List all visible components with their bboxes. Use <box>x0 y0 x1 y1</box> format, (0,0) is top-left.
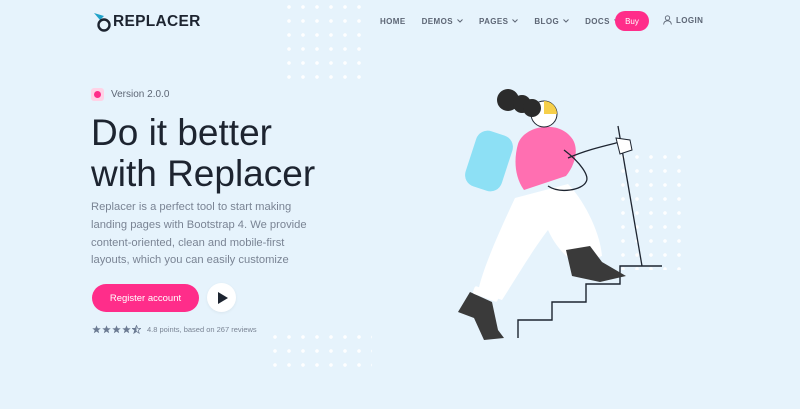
star-icon <box>102 325 111 334</box>
description-line: layouts, which you can easily customize <box>91 254 289 267</box>
hero-headline: Do it better with Replacer <box>91 112 371 194</box>
nav-item-label: PAGES <box>478 16 509 26</box>
version-label: Version 2.0.0 <box>111 89 170 100</box>
chevron-down-icon <box>512 19 519 23</box>
login-link[interactable]: LOGIN <box>663 15 703 25</box>
decorative-dots <box>282 0 366 80</box>
chevron-down-icon <box>563 19 569 23</box>
nav-item-blog[interactable]: BLOG <box>534 17 569 26</box>
hero-description: Replacer is a perfect tool to start maki… <box>91 199 331 270</box>
rating: 4.8 points, based on 267 reviews <box>92 325 257 334</box>
star-icon <box>112 325 121 334</box>
brand-name: REPLACER <box>113 13 201 30</box>
nav-item-label: DOCS <box>585 16 610 26</box>
logo-icon <box>94 13 111 32</box>
rating-stars <box>92 325 141 334</box>
play-video-button[interactable] <box>207 283 236 312</box>
user-icon <box>663 15 672 25</box>
nav-item-label: HOME <box>380 16 406 26</box>
description-line: content-oriented, clean and mobile-first <box>91 236 285 249</box>
rating-text: 4.8 points, based on 267 reviews <box>147 325 257 334</box>
star-half-icon <box>132 325 141 334</box>
nav-item-label: BLOG <box>534 16 560 26</box>
play-icon <box>217 291 228 304</box>
version-dot-icon <box>91 88 104 101</box>
description-line: landing pages with Bootstrap 4. We provi… <box>91 218 307 231</box>
description-line: Replacer is a perfect tool to start maki… <box>91 201 292 213</box>
version-badge: Version 2.0.0 <box>91 88 169 101</box>
register-account-button[interactable]: Register account <box>92 284 199 312</box>
main-nav: HOME DEMOS PAGES BLOG DOCS <box>380 0 636 42</box>
nav-item-home[interactable]: HOME <box>380 17 406 26</box>
headline-line: Do it better <box>91 112 272 153</box>
nav-item-label: DEMOS <box>421 16 453 26</box>
brand-logo[interactable]: REPLACER <box>92 11 201 33</box>
chevron-down-icon <box>457 19 463 23</box>
decorative-dots <box>268 330 372 370</box>
star-icon <box>92 325 101 334</box>
hero-illustration <box>458 89 662 340</box>
nav-item-pages[interactable]: PAGES <box>478 16 519 26</box>
headline-line: with Replacer <box>91 153 316 194</box>
buy-button[interactable]: Buy <box>615 11 649 31</box>
login-label: LOGIN <box>676 15 704 25</box>
star-icon <box>122 325 131 334</box>
nav-item-demos[interactable]: DEMOS <box>422 17 463 26</box>
